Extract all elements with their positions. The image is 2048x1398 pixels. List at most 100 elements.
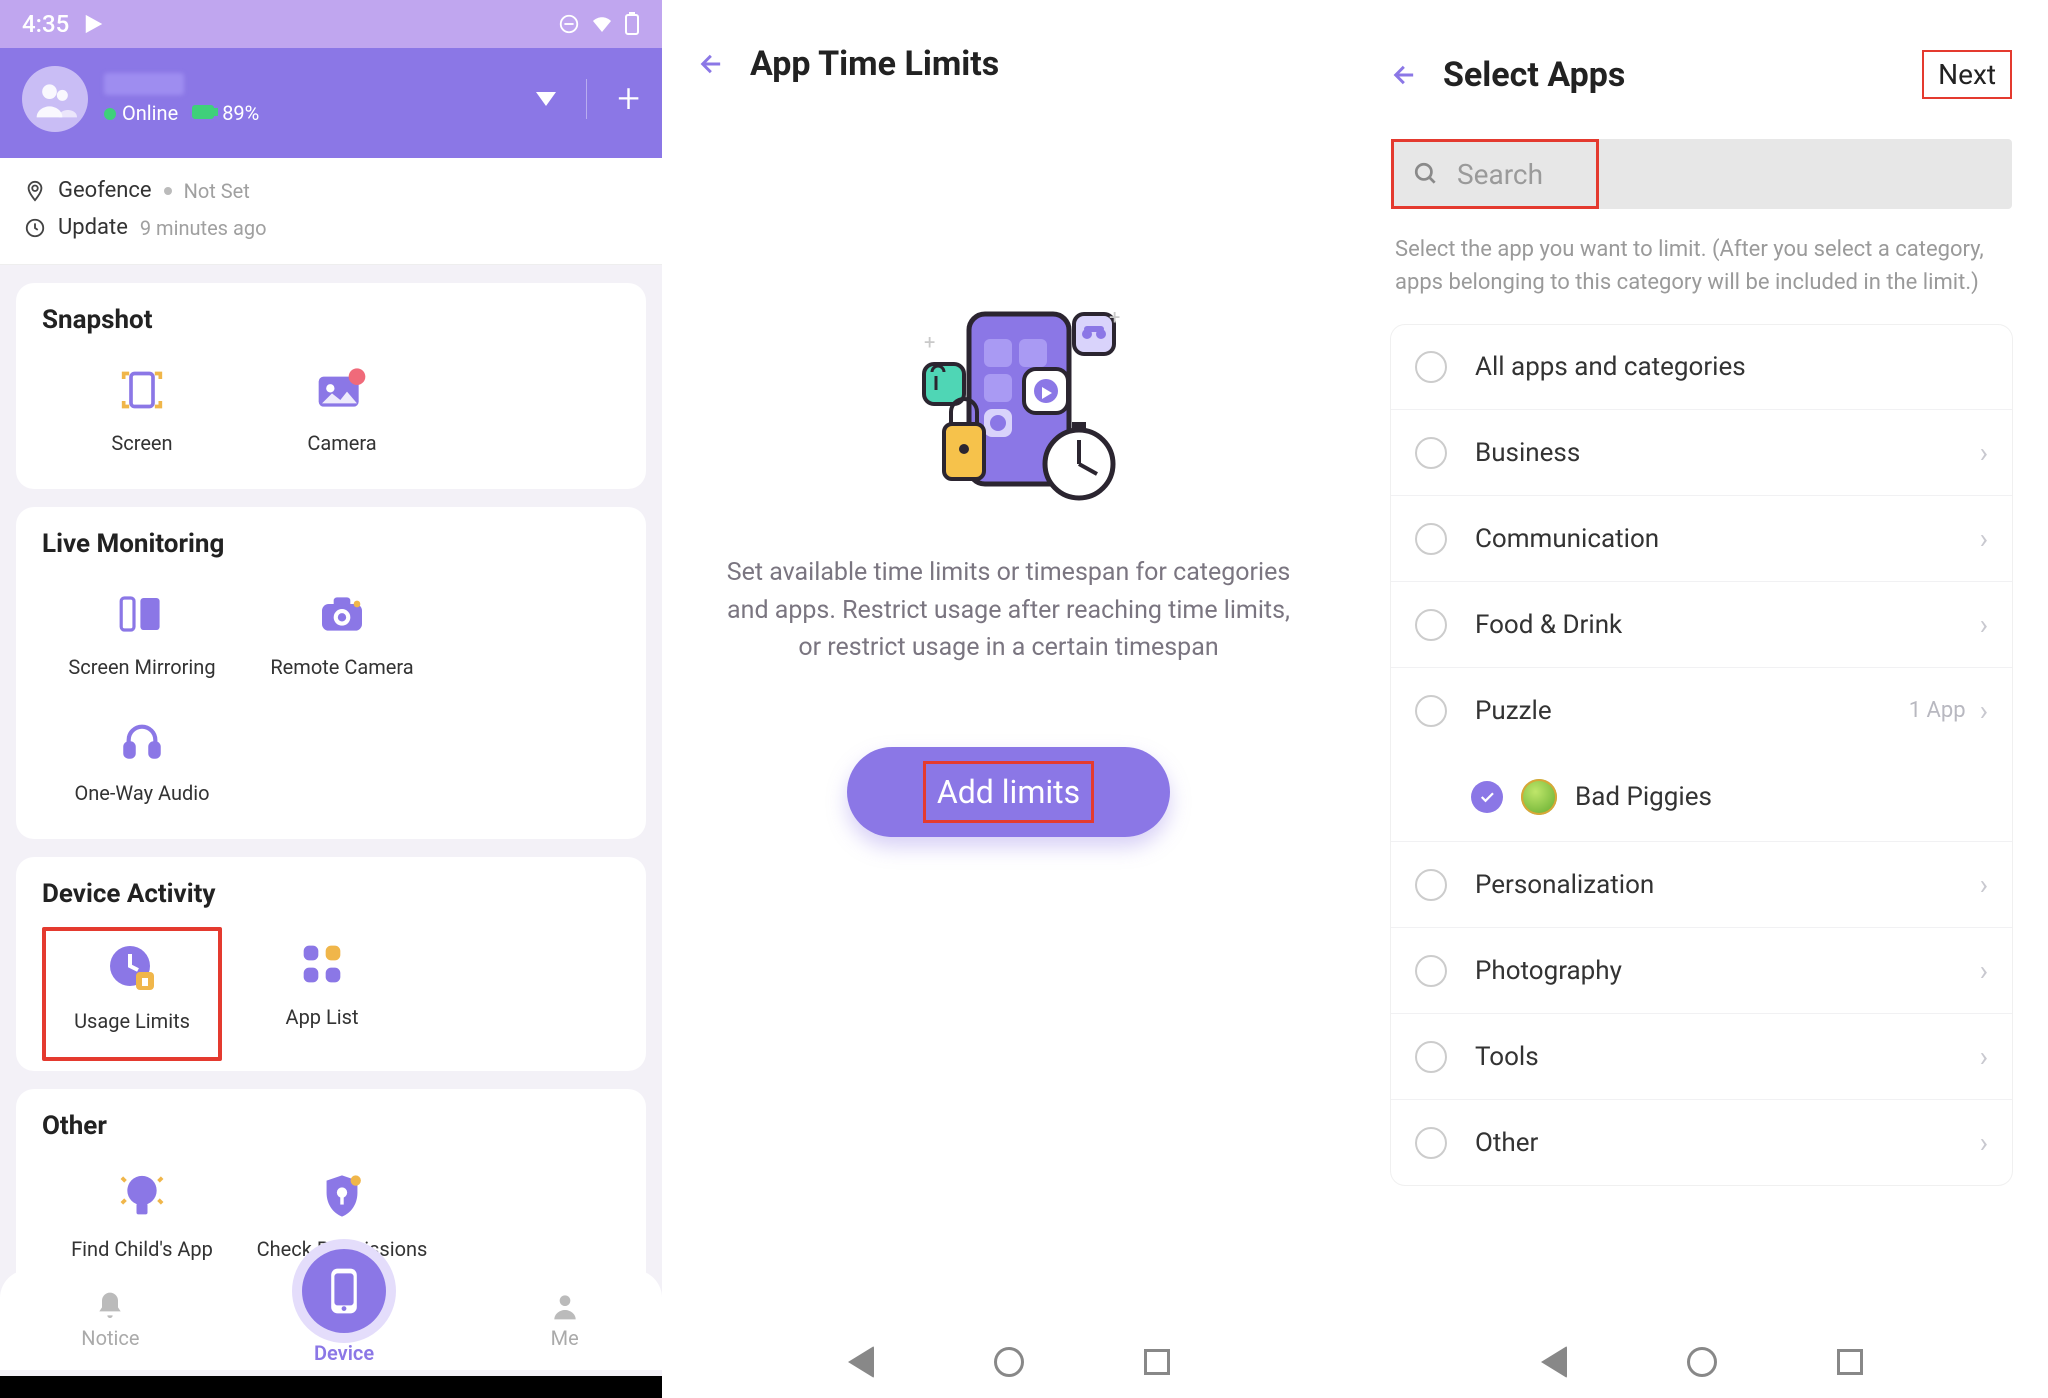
status-bar: 4:35	[0, 0, 662, 48]
online-label: Online	[122, 101, 178, 125]
row-label: Other	[1475, 1128, 1980, 1158]
profile-dropdown-icon[interactable]	[536, 92, 556, 106]
remote-camera-label: Remote Camera	[242, 655, 442, 679]
geofence-icon	[24, 180, 46, 202]
radio-icon[interactable]	[1415, 869, 1447, 901]
other-title: Other	[42, 1111, 620, 1141]
radio-icon[interactable]	[1415, 609, 1447, 641]
chevron-right-icon: ›	[1980, 608, 1988, 641]
chevron-right-icon: ›	[1980, 1126, 1988, 1159]
row-label: Food & Drink	[1475, 610, 1980, 640]
snapshot-screen-label: Screen	[42, 431, 242, 455]
radio-icon[interactable]	[1415, 695, 1447, 727]
snapshot-title: Snapshot	[42, 305, 620, 335]
row-label: Tools	[1475, 1042, 1980, 1072]
radio-icon[interactable]	[1415, 1127, 1447, 1159]
row-food-drink[interactable]: Food & Drink ›	[1391, 582, 2012, 668]
radio-icon[interactable]	[1415, 351, 1447, 383]
radio-icon[interactable]	[1415, 955, 1447, 987]
radio-icon[interactable]	[1415, 437, 1447, 469]
row-label: Personalization	[1475, 870, 1980, 900]
category-list: All apps and categories Business › Commu…	[1391, 325, 2012, 1185]
nav-recents-icon[interactable]	[1144, 1349, 1170, 1375]
add-profile-button[interactable]: +	[617, 79, 640, 119]
live-monitoring-card: Live Monitoring Screen Mirroring Remote …	[16, 507, 646, 839]
nav-recents-icon[interactable]	[1837, 1349, 1863, 1375]
app-time-limits-screen: App Time Limits	[662, 0, 1355, 1398]
add-limits-button[interactable]: Add limits	[847, 747, 1170, 837]
screen-mirroring-button[interactable]: Screen Mirroring	[42, 577, 242, 703]
nav-me-label: Me	[549, 1326, 581, 1350]
row-label: Communication	[1475, 524, 1980, 554]
geofence-label: Geofence	[58, 178, 152, 203]
row-label: Business	[1475, 438, 1980, 468]
nav-me[interactable]: Me	[549, 1290, 581, 1350]
row-meta: 1 App	[1909, 698, 1966, 723]
back-arrow-icon[interactable]	[698, 50, 726, 78]
row-bad-piggies[interactable]: Bad Piggies	[1391, 753, 2012, 842]
row-personalization[interactable]: Personalization ›	[1391, 842, 2012, 928]
usage-limits-icon	[46, 941, 218, 995]
nav-notice[interactable]: Notice	[81, 1290, 139, 1350]
profile-name-blurred	[104, 73, 184, 95]
android-nav-bar	[1355, 1346, 2048, 1378]
home-indicator	[0, 1376, 662, 1398]
device-activity-card: Device Activity Usage Limits App List	[16, 857, 646, 1071]
row-label: Bad Piggies	[1575, 782, 1988, 812]
screen-mirroring-label: Screen Mirroring	[42, 655, 242, 679]
headphones-icon	[42, 713, 242, 767]
geofence-value: Not Set	[184, 179, 250, 203]
update-value: 9 minutes ago	[140, 216, 267, 240]
nav-home-icon[interactable]	[1687, 1347, 1717, 1377]
remote-camera-icon	[242, 587, 442, 641]
one-way-audio-button[interactable]: One-Way Audio	[42, 703, 242, 829]
page-title: Select Apps	[1443, 55, 1922, 95]
shield-icon	[242, 1169, 442, 1223]
lightbulb-icon	[42, 1169, 242, 1223]
snapshot-screen-button[interactable]: Screen	[42, 353, 242, 479]
chevron-right-icon: ›	[1980, 522, 1988, 555]
snapshot-camera-button[interactable]: Camera	[242, 353, 442, 479]
usage-limits-label: Usage Limits	[46, 1009, 218, 1033]
nav-back-icon[interactable]	[848, 1346, 874, 1378]
back-arrow-icon[interactable]	[1391, 61, 1419, 89]
screen-mirroring-icon	[42, 587, 242, 641]
android-nav-bar	[662, 1346, 1355, 1378]
next-button[interactable]: Next	[1922, 50, 2012, 99]
row-tools[interactable]: Tools ›	[1391, 1014, 2012, 1100]
row-other[interactable]: Other ›	[1391, 1100, 2012, 1185]
profile-header: Online 89% +	[0, 48, 662, 158]
battery-icon	[624, 12, 640, 36]
avatar[interactable]	[22, 66, 88, 132]
radio-icon[interactable]	[1415, 523, 1447, 555]
row-photography[interactable]: Photography ›	[1391, 928, 2012, 1014]
find-child-app-button[interactable]: Find Child's App	[42, 1159, 242, 1285]
usage-limits-button[interactable]: Usage Limits	[42, 927, 222, 1061]
device-dashboard-screen: 4:35 Online	[0, 0, 662, 1398]
info-bar: Geofence Not Set Update 9 minutes ago	[0, 158, 662, 265]
row-communication[interactable]: Communication ›	[1391, 496, 2012, 582]
row-business[interactable]: Business ›	[1391, 410, 2012, 496]
checked-icon[interactable]	[1471, 781, 1503, 813]
camera-photo-icon	[242, 363, 442, 417]
clock-icon	[24, 217, 46, 239]
nav-device[interactable]: Device	[302, 1275, 386, 1365]
nav-home-icon[interactable]	[994, 1347, 1024, 1377]
row-puzzle[interactable]: Puzzle 1 App ›	[1391, 668, 2012, 753]
bad-piggies-app-icon	[1521, 779, 1557, 815]
chevron-right-icon: ›	[1980, 436, 1988, 469]
nav-back-icon[interactable]	[1541, 1346, 1567, 1378]
screen-icon	[42, 363, 242, 417]
do-not-disturb-icon	[558, 13, 580, 35]
online-dot-icon	[104, 108, 116, 120]
svg-text:+: +	[924, 330, 935, 354]
remote-camera-button[interactable]: Remote Camera	[242, 577, 442, 703]
illustration: + +	[869, 294, 1149, 514]
update-label: Update	[58, 215, 128, 240]
radio-icon[interactable]	[1415, 1041, 1447, 1073]
chevron-right-icon: ›	[1980, 868, 1988, 901]
row-all-apps[interactable]: All apps and categories	[1391, 325, 2012, 410]
highlight-box	[923, 761, 1094, 823]
app-list-button[interactable]: App List	[222, 927, 422, 1061]
one-way-audio-label: One-Way Audio	[42, 781, 242, 805]
